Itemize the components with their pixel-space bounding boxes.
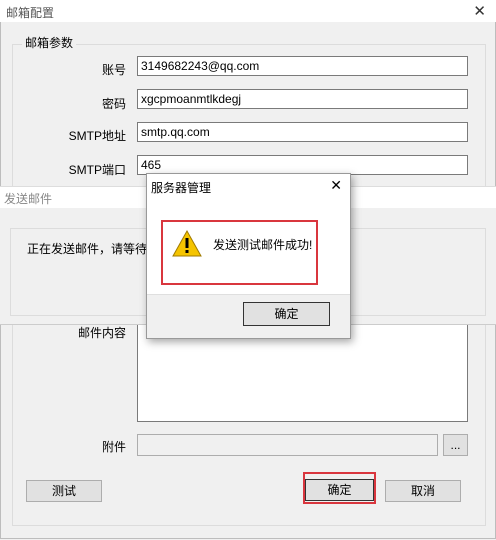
- send-mail-title: 发送邮件: [4, 192, 53, 206]
- password-field[interactable]: xgcpmoanmtlkdegj: [137, 89, 468, 109]
- window-title: 邮箱配置: [6, 6, 55, 20]
- ok-button[interactable]: 确定: [305, 479, 374, 501]
- dialog-title: 服务器管理: [151, 181, 212, 195]
- warning-icon: [172, 230, 202, 257]
- attachment-field[interactable]: [137, 434, 438, 456]
- smtp-port-field[interactable]: 465: [137, 155, 468, 175]
- content-label: 邮件内容: [77, 326, 126, 340]
- group-label: 邮箱参数: [22, 34, 77, 51]
- test-button[interactable]: 测试: [26, 480, 102, 502]
- attachment-label: 附件: [101, 440, 126, 454]
- browse-button[interactable]: ...: [443, 434, 468, 456]
- password-label: 密码: [101, 97, 126, 111]
- server-management-dialog: 服务器管理 ✕ 发送测试邮件成功! 确定: [146, 173, 351, 339]
- account-field[interactable]: 3149682243@qq.com: [137, 56, 468, 76]
- dialog-ok-button[interactable]: 确定: [243, 302, 330, 326]
- smtp-address-label: SMTP地址: [68, 129, 126, 143]
- smtp-port-label: SMTP端口: [68, 163, 126, 177]
- dialog-message: 发送测试邮件成功!: [213, 238, 313, 252]
- cancel-button[interactable]: 取消: [385, 480, 461, 502]
- dialog-body: 发送测试邮件成功!: [147, 198, 350, 295]
- window-titlebar: 邮箱配置 ✕: [0, 0, 496, 22]
- dialog-titlebar: 服务器管理 ✕: [147, 174, 350, 198]
- send-mail-message: 正在发送邮件，请等待: [27, 242, 148, 256]
- account-label: 账号: [101, 63, 126, 77]
- smtp-address-field[interactable]: smtp.qq.com: [137, 122, 468, 142]
- dialog-close-icon[interactable]: ✕: [330, 177, 342, 194]
- close-icon[interactable]: ✕: [473, 2, 486, 20]
